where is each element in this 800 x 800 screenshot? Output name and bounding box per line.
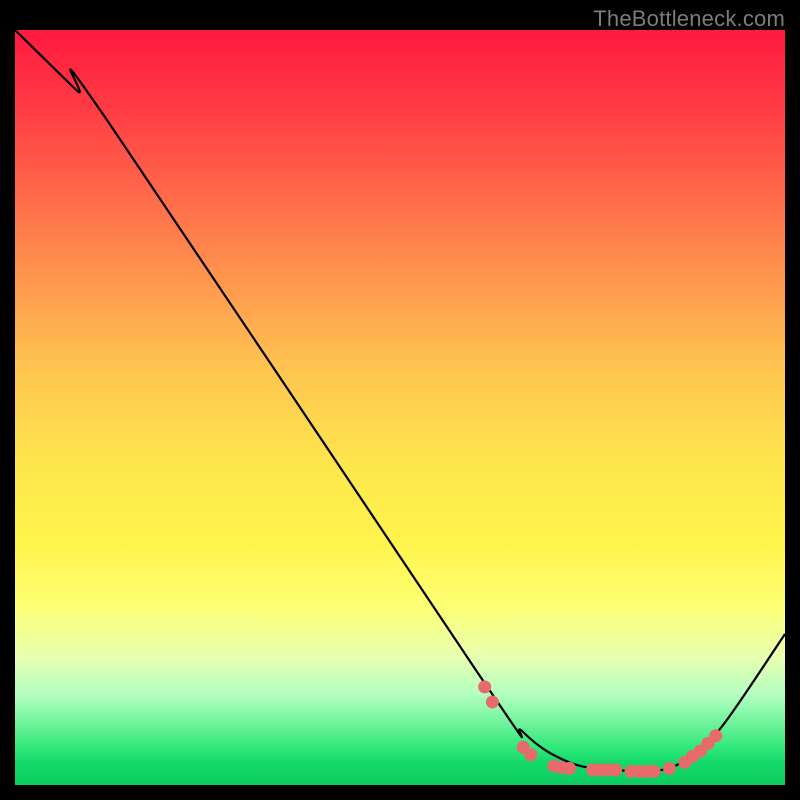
highlight-marker [486,695,499,708]
highlight-marker [709,729,722,742]
highlight-marker [663,762,676,775]
highlight-marker [524,748,537,761]
highlight-marker [648,765,661,778]
highlight-marker [478,680,491,693]
chart-container: TheBottleneck.com [0,0,800,800]
bottleneck-curve-line [15,30,785,771]
chart-svg [15,30,785,785]
highlight-marker [609,763,622,776]
watermark-text: TheBottleneck.com [593,6,785,32]
highlight-marker [563,762,576,775]
